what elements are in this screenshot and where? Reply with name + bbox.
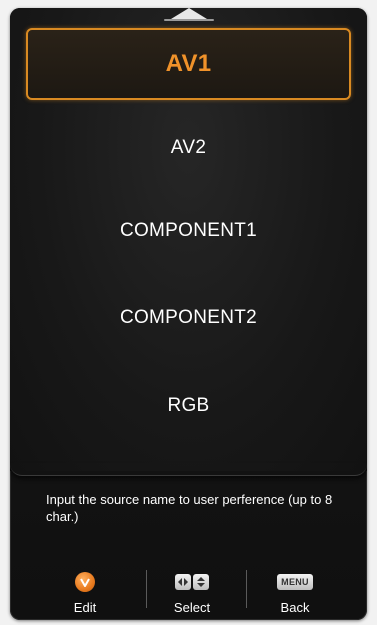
up-down-arrows-icon: [193, 574, 209, 590]
source-item-av1[interactable]: AV1: [26, 28, 351, 100]
edit-button[interactable]: Edit: [40, 568, 130, 620]
scroll-up-arrow-icon[interactable]: [170, 8, 207, 19]
select-label: Select: [173, 600, 211, 615]
select-button[interactable]: Select: [147, 568, 237, 620]
footer-separator: [246, 570, 247, 608]
back-button[interactable]: MENU Back: [250, 568, 340, 620]
left-right-arrows-icon: [175, 574, 191, 590]
help-text: Input the source name to user perference…: [46, 492, 333, 524]
source-list-bottom-edge: [10, 463, 367, 476]
source-item-component2[interactable]: COMPONENT2: [26, 282, 351, 354]
scroll-indicator-base: [163, 19, 214, 21]
footer-bar: Edit Select MENU Back: [10, 568, 367, 620]
source-item-rgb[interactable]: RGB: [26, 370, 351, 442]
source-item-component1[interactable]: COMPONENT1: [26, 195, 351, 267]
v-button-icon: [75, 572, 95, 592]
input-name-panel: AV1 AV2 COMPONENT1 COMPONENT2 RGB Input …: [10, 8, 367, 620]
source-item-av2[interactable]: AV2: [26, 112, 351, 184]
back-label: Back: [280, 600, 310, 615]
menu-key-icon: MENU: [277, 574, 313, 590]
edit-label: Edit: [73, 600, 97, 615]
